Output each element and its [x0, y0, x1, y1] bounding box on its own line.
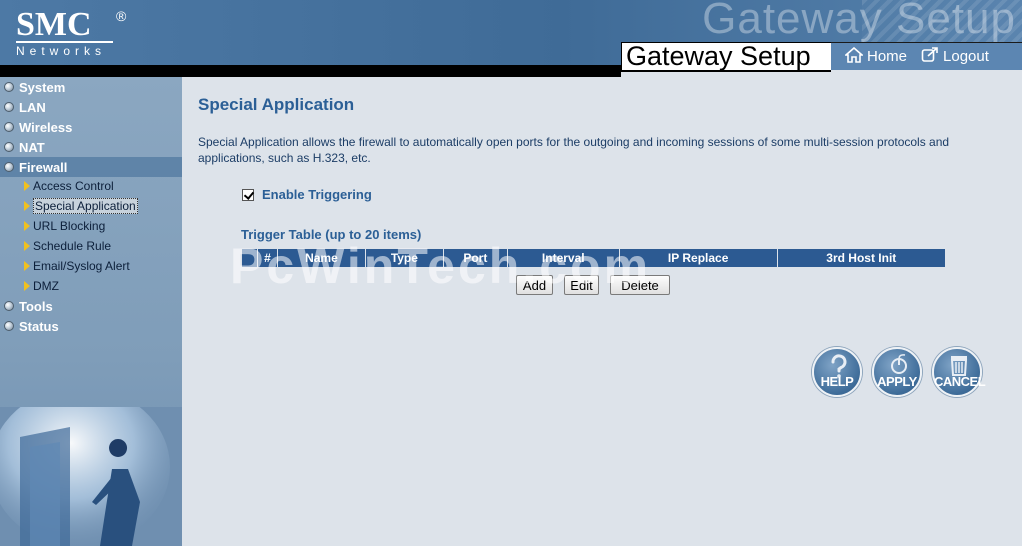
column-header-ip-replace: IP Replace: [618, 249, 778, 267]
submenu-label: Access Control: [33, 179, 114, 193]
sidebar-item-wireless[interactable]: Wireless: [0, 117, 182, 137]
sidebar: System LAN Wireless NAT Firewall Access …: [0, 77, 182, 546]
sidebar-item-lan[interactable]: LAN: [0, 97, 182, 117]
submenu-access-control[interactable]: Access Control: [20, 177, 114, 195]
sidebar-item-label: NAT: [19, 139, 45, 155]
sidebar-item-label: Status: [19, 318, 59, 334]
sidebar-item-firewall[interactable]: Firewall: [0, 157, 182, 177]
triangle-right-icon: [24, 241, 30, 251]
apply-button[interactable]: APPLY: [872, 347, 922, 397]
page-description: Special Application allows the firewall …: [198, 135, 950, 165]
sidebar-item-system[interactable]: System: [0, 77, 182, 97]
sidebar-item-status[interactable]: Status: [0, 316, 182, 336]
column-header-number: #: [256, 249, 278, 267]
bullet-icon: [4, 122, 14, 132]
column-header-3rd-host-init: 3rd Host Init: [776, 249, 945, 267]
sidebar-item-label: LAN: [19, 99, 46, 115]
sidebar-item-nat[interactable]: NAT: [0, 137, 182, 157]
page-heading: Gateway Setup: [621, 42, 831, 72]
sidebar-item-label: Tools: [19, 298, 53, 314]
help-button[interactable]: HELP: [812, 347, 862, 397]
page-title: Special Application: [198, 95, 355, 114]
column-header-type: Type: [364, 249, 444, 267]
submenu-dmz[interactable]: DMZ: [20, 277, 59, 295]
triangle-right-icon: [24, 261, 30, 271]
smc-logo: SMC ® Networks: [16, 6, 126, 58]
submenu-label: Special Application: [33, 198, 138, 214]
home-label: Home: [867, 48, 908, 65]
sidebar-item-tools[interactable]: Tools: [0, 296, 182, 316]
bullet-icon: [4, 142, 14, 152]
submenu-email-syslog-alert[interactable]: Email/Syslog Alert: [20, 257, 130, 275]
submenu-url-blocking[interactable]: URL Blocking: [20, 217, 105, 235]
delete-button[interactable]: Delete: [610, 275, 670, 295]
cancel-label: CANCEL: [934, 374, 986, 389]
submenu-schedule-rule[interactable]: Schedule Rule: [20, 237, 111, 255]
bullet-icon: [4, 301, 14, 311]
column-header-port: Port: [442, 249, 508, 267]
logo-subtext: Networks: [16, 41, 113, 58]
column-header-select: [241, 249, 258, 267]
home-icon: [843, 46, 865, 67]
submenu-label: DMZ: [33, 279, 59, 293]
main-content: Special Application Special Application …: [182, 77, 1022, 546]
logo-registered-mark: ®: [116, 8, 127, 24]
column-header-interval: Interval: [506, 249, 620, 267]
edit-button[interactable]: Edit: [564, 275, 599, 295]
sidebar-item-label: System: [19, 79, 66, 95]
help-label: HELP: [820, 374, 854, 389]
triangle-right-icon: [24, 181, 30, 191]
logout-label: Logout: [943, 48, 989, 65]
trigger-table-title: Trigger Table (up to 20 items): [241, 227, 422, 242]
triangle-right-icon: [24, 221, 30, 231]
triangle-right-icon: [24, 281, 30, 291]
logout-icon: [921, 46, 939, 67]
home-link[interactable]: Home: [843, 46, 908, 67]
header-black-bar: [0, 65, 621, 77]
sidebar-photo: [0, 407, 182, 546]
enable-triggering-checkbox[interactable]: [242, 188, 254, 201]
banner-watermark: Gateway Setup: [702, 0, 1016, 43]
enable-triggering-row: Enable Triggering: [242, 187, 372, 202]
bullet-icon: [4, 82, 14, 92]
sidebar-item-label: Wireless: [19, 119, 73, 135]
submenu-label: URL Blocking: [33, 219, 106, 233]
triangle-right-icon: [24, 201, 30, 211]
header-nav: Home Logout: [831, 42, 1022, 70]
submenu-label: Schedule Rule: [33, 239, 112, 253]
sidebar-item-label: Firewall: [19, 159, 68, 175]
logo-text: SMC: [16, 6, 92, 43]
add-button[interactable]: Add: [516, 275, 553, 295]
bullet-icon: [4, 162, 14, 172]
enable-triggering-label: Enable Triggering: [262, 187, 372, 202]
logout-link[interactable]: Logout: [921, 46, 989, 67]
table-header-row: # Name Type Port Interval IP Replace 3rd…: [241, 249, 945, 267]
trigger-table: # Name Type Port Interval IP Replace 3rd…: [241, 249, 945, 267]
bullet-icon: [4, 321, 14, 331]
column-header-name: Name: [276, 249, 366, 267]
submenu-special-application[interactable]: Special Application: [20, 197, 138, 215]
bullet-icon: [4, 102, 14, 112]
submenu-label: Email/Syslog Alert: [33, 259, 130, 273]
cancel-button[interactable]: CANCEL: [932, 347, 986, 397]
apply-label: APPLY: [877, 374, 917, 389]
